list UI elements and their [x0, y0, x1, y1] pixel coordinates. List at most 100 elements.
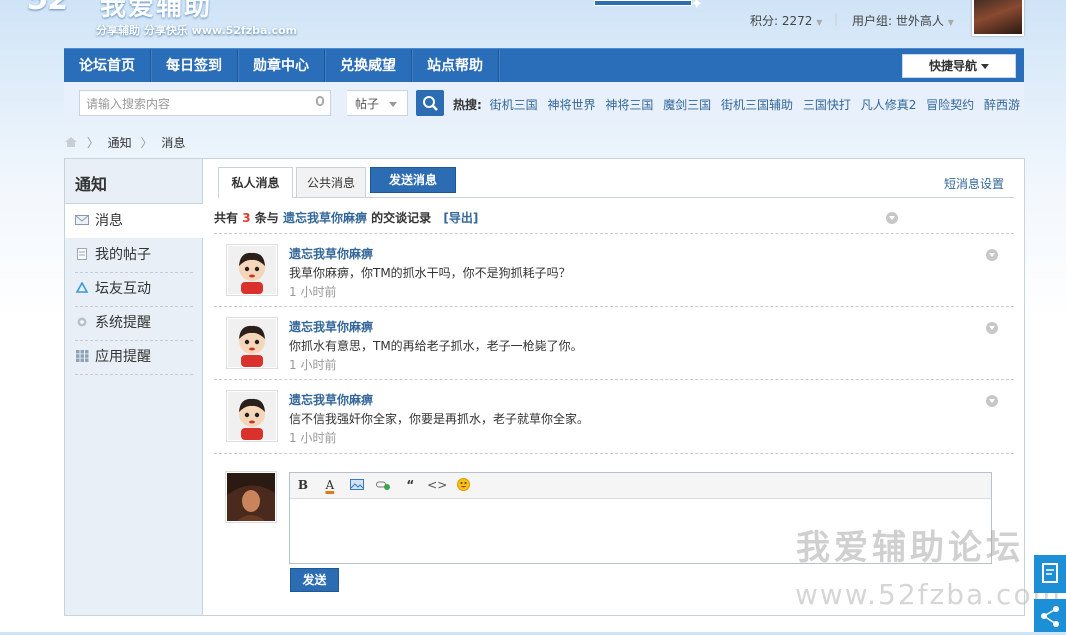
sidebar-item-label: 系统提醒: [95, 315, 151, 331]
home-icon[interactable]: [64, 136, 78, 148]
usergroup-dropdown[interactable]: 用户组: 世外高人 ▼: [852, 12, 954, 29]
smiley-icon: [457, 478, 471, 491]
hot-searches: 热搜: 街机三国 神将世界 神将三国 魔剑三国 街机三国辅助 三国快打 凡人修真…: [453, 96, 1026, 113]
tab-private[interactable]: 私人消息: [218, 167, 293, 198]
tab-public[interactable]: 公共消息: [296, 167, 366, 197]
hot-link[interactable]: 魔剑三国: [663, 98, 711, 112]
message-text: 信不信我强奸你全家，你要是再抓水，老子就草你全家。: [289, 412, 590, 426]
editor-toolbar: B A “ <>: [290, 473, 991, 499]
chevron-down-icon: [389, 102, 398, 107]
pm-settings-link[interactable]: 短消息设置: [944, 175, 1004, 192]
quote-button[interactable]: “: [400, 473, 420, 498]
conversation-partner-link[interactable]: 遗忘我草你麻痹: [283, 211, 367, 225]
link-icon: [376, 481, 391, 490]
sidebar-item-my-posts[interactable]: 我的帖子: [75, 239, 193, 273]
avatar[interactable]: [226, 244, 278, 296]
logo-title: 我爱辅助: [100, 0, 213, 22]
hot-link[interactable]: 凡人修真2: [861, 98, 917, 112]
search-type-select[interactable]: 帖子: [347, 90, 408, 116]
sidebar-item-label: 应用提醒: [95, 349, 151, 365]
search-bar: 请输入搜索内容 帖子 热搜: 街机三国 神将世界 神将三国 魔剑三国 街机三国辅…: [64, 82, 1024, 125]
chevron-right-icon: 〉: [86, 136, 99, 150]
hot-link[interactable]: 三国快打: [803, 98, 851, 112]
usergroup-label: 用户组: 世外高人: [852, 14, 944, 28]
avatar[interactable]: [226, 317, 278, 369]
document-edit-icon: [1042, 563, 1058, 583]
avatar[interactable]: [226, 390, 278, 442]
feedback-button[interactable]: [1034, 555, 1066, 593]
nav-home[interactable]: 论坛首页: [64, 49, 151, 83]
message-menu-icon[interactable]: [986, 322, 998, 334]
share-button[interactable]: [1034, 599, 1066, 632]
sidebar-item-interaction[interactable]: 坛友互动: [75, 273, 193, 307]
conversation-count: 3: [242, 211, 251, 225]
hot-link[interactable]: 街机三国辅助: [721, 98, 793, 112]
logo-slogan: 分享辅助 分享快乐 www.52fzba.com: [96, 24, 298, 37]
cartoon-boy-avatar-icon: [228, 246, 276, 294]
gear-icon: [77, 317, 87, 327]
hot-link[interactable]: 街机三国: [490, 98, 538, 112]
top-banner-strip[interactable]: [594, 0, 692, 6]
message-text: 你抓水有意思，TM的再给老子抓水，老子一枪毙了你。: [289, 339, 583, 353]
conversation-suffix: 的交谈记录: [371, 211, 432, 225]
nav-exchange[interactable]: 兑换威望: [325, 49, 412, 83]
quick-nav-button[interactable]: 快捷导航: [902, 54, 1016, 78]
emoji-button[interactable]: [454, 473, 474, 498]
hot-link[interactable]: 神将世界: [547, 98, 595, 112]
conversation-menu-icon[interactable]: [886, 212, 898, 224]
share-icon: [1041, 606, 1059, 627]
sidebar-item-system[interactable]: 系统提醒: [75, 307, 193, 341]
user-avatar[interactable]: [972, 0, 1024, 36]
points-dropdown[interactable]: 积分: 2272 ▼: [750, 12, 822, 29]
recycle-icon: [75, 282, 89, 293]
nav-help[interactable]: 站点帮助: [412, 49, 499, 83]
export-link[interactable]: [导出]: [443, 211, 478, 225]
sidebar-title: 通知: [75, 175, 108, 194]
chevron-down-icon: ▼: [816, 18, 823, 27]
sidebar-item-messages[interactable]: 消息: [75, 205, 193, 238]
image-button[interactable]: [347, 473, 367, 498]
sidebar: 通知 消息 我的帖子 坛友互动 系统提醒 应用提醒: [65, 159, 203, 615]
main-nav: 论坛首页 每日签到 勋章中心 兑换威望 站点帮助 快捷导航: [64, 48, 1024, 83]
points-label: 积分: 2272: [750, 14, 813, 28]
bold-button[interactable]: B: [293, 473, 313, 498]
message-time: 1 小时前: [289, 358, 337, 372]
search-input[interactable]: 请输入搜索内容: [79, 90, 331, 116]
breadcrumb-notify[interactable]: 通知: [108, 136, 132, 150]
nav-checkin[interactable]: 每日签到: [151, 49, 238, 83]
code-button[interactable]: <>: [427, 473, 447, 498]
message-author-link[interactable]: 遗忘我草你麻痹: [289, 391, 373, 408]
site-header: 52 我爱辅助 分享辅助 分享快乐 www.52fzba.com ✦ 积分: 2…: [0, 0, 1066, 48]
watermark-text: 我爱辅助论坛: [796, 528, 1024, 568]
document-icon: [77, 248, 87, 260]
conversation-middle: 条与: [254, 211, 279, 225]
message-item: 遗忘我草你麻痹 我草你麻痹，你TM的抓水干吗，你不是狗抓耗子吗？ 1 小时前: [214, 233, 1014, 307]
search-button[interactable]: [416, 90, 444, 116]
hot-link[interactable]: 冒险契约: [926, 98, 974, 112]
conversation-prefix: 共有: [214, 211, 239, 225]
send-message-button[interactable]: 发送消息: [370, 167, 456, 193]
sidebar-item-apps[interactable]: 应用提醒: [75, 341, 193, 375]
hot-label: 热搜:: [453, 98, 482, 112]
search-icon: [423, 96, 438, 111]
star-icon: ✦: [690, 0, 704, 13]
message-text: 我草你麻痹，你TM的抓水干吗，你不是狗抓耗子吗？: [289, 266, 571, 280]
quick-nav-label: 快捷导航: [928, 59, 977, 73]
envelope-icon: [75, 215, 89, 225]
microphone-icon[interactable]: [316, 96, 324, 106]
message-menu-icon[interactable]: [986, 249, 998, 261]
hot-link[interactable]: 醉西游: [984, 98, 1020, 112]
link-button[interactable]: [373, 473, 393, 498]
my-avatar: [225, 471, 277, 523]
message-author-link[interactable]: 遗忘我草你麻痹: [289, 318, 373, 335]
hot-link[interactable]: 神将三国: [605, 98, 653, 112]
divider: |: [834, 12, 839, 26]
message-author-link[interactable]: 遗忘我草你麻痹: [289, 245, 373, 262]
reply-send-button[interactable]: 发送: [290, 568, 339, 592]
breadcrumb: 〉 通知 〉 消息: [64, 134, 185, 151]
font-color-button[interactable]: A: [320, 473, 340, 498]
message-menu-icon[interactable]: [986, 395, 998, 407]
grid-icon: [76, 350, 89, 362]
sidebar-item-label: 坛友互动: [95, 281, 151, 297]
nav-medals[interactable]: 勋章中心: [238, 49, 325, 83]
